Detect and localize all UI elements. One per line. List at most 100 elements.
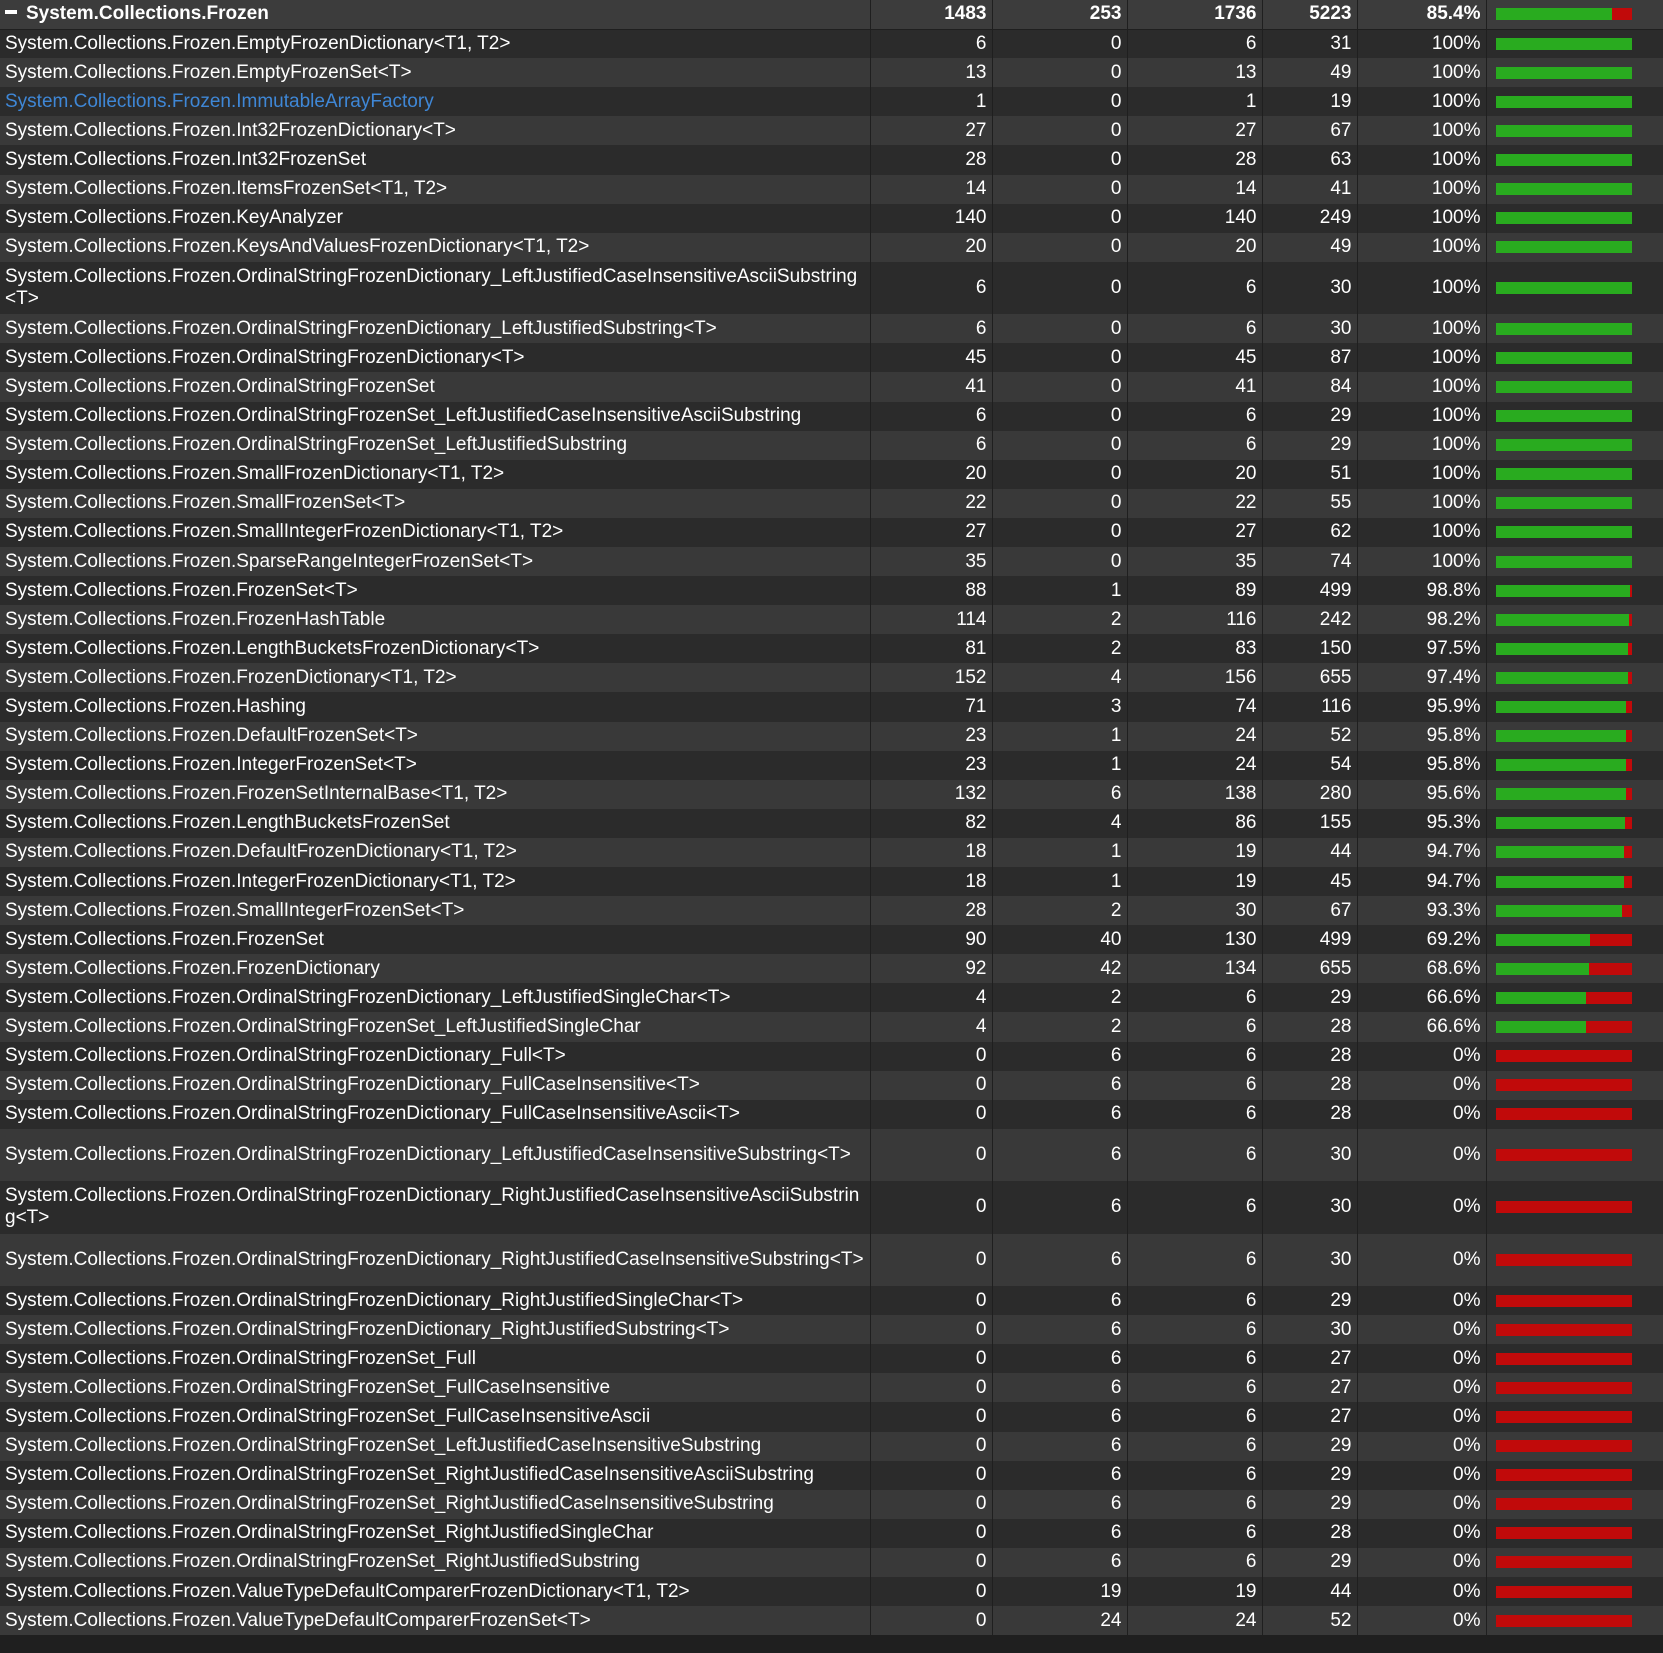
class-name[interactable]: System.Collections.Frozen.OrdinalStringF…: [5, 1249, 864, 1270]
class-name[interactable]: System.Collections.Frozen.OrdinalStringF…: [5, 1144, 851, 1165]
class-row[interactable]: System.Collections.Frozen.Hashing 71 3 74 11…: [0, 692, 1663, 722]
class-row[interactable]: System.Collections.Frozen.SmallFrozenSet…: [0, 488, 1663, 518]
class-name[interactable]: System.Collections.Frozen.IntegerFrozenS…: [5, 754, 417, 775]
class-row[interactable]: System.Collections.Frozen.FrozenHashTabl…: [0, 605, 1663, 635]
class-row[interactable]: System.Collections.Frozen.OrdinalStringF…: [0, 1315, 1663, 1345]
class-name[interactable]: System.Collections.Frozen.OrdinalStringF…: [5, 1185, 859, 1228]
class-row[interactable]: System.Collections.Frozen.LengthBucketsF…: [0, 808, 1663, 838]
class-row[interactable]: System.Collections.Frozen.IntegerFrozenD…: [0, 867, 1663, 897]
class-name[interactable]: System.Collections.Frozen.OrdinalStringF…: [5, 1406, 650, 1427]
class-row[interactable]: System.Collections.Frozen.FrozenDictiona…: [0, 954, 1663, 984]
class-name[interactable]: System.Collections.Frozen.OrdinalStringF…: [5, 347, 525, 368]
class-name[interactable]: System.Collections.Frozen.OrdinalStringF…: [5, 1074, 700, 1095]
class-name[interactable]: System.Collections.Frozen.LengthBucketsF…: [5, 638, 539, 659]
class-row[interactable]: System.Collections.Frozen.OrdinalStringF…: [0, 1012, 1663, 1042]
class-row[interactable]: System.Collections.Frozen.OrdinalStringF…: [0, 1286, 1663, 1316]
class-row[interactable]: System.Collections.Frozen.SmallFrozenDic…: [0, 459, 1663, 489]
class-name[interactable]: System.Collections.Frozen.Int32FrozenSet: [5, 149, 366, 170]
class-name[interactable]: System.Collections.Frozen.DefaultFrozenS…: [5, 725, 418, 746]
class-name[interactable]: System.Collections.Frozen.OrdinalStringF…: [5, 434, 627, 455]
class-name[interactable]: System.Collections.Frozen.SparseRangeInt…: [5, 551, 533, 572]
class-row[interactable]: System.Collections.Frozen.OrdinalStringF…: [0, 1489, 1663, 1519]
class-row[interactable]: System.Collections.Frozen.OrdinalStringF…: [0, 1181, 1663, 1234]
class-name[interactable]: System.Collections.Frozen.ValueTypeDefau…: [5, 1581, 690, 1602]
class-name[interactable]: System.Collections.Frozen.KeysAndValuesF…: [5, 236, 589, 257]
class-row[interactable]: System.Collections.Frozen.OrdinalStringF…: [0, 983, 1663, 1013]
class-name[interactable]: System.Collections.Frozen.OrdinalStringF…: [5, 1290, 743, 1311]
class-row[interactable]: System.Collections.Frozen.DefaultFrozenS…: [0, 721, 1663, 751]
class-row[interactable]: System.Collections.Frozen.EmptyFrozenDic…: [0, 29, 1663, 59]
class-name[interactable]: System.Collections.Frozen.OrdinalStringF…: [5, 1348, 476, 1369]
class-row[interactable]: System.Collections.Frozen.OrdinalStringF…: [0, 1547, 1663, 1577]
class-name[interactable]: System.Collections.Frozen.OrdinalStringF…: [5, 405, 801, 426]
class-row[interactable]: System.Collections.Frozen.OrdinalStringF…: [0, 1128, 1663, 1182]
class-row[interactable]: System.Collections.Frozen.OrdinalStringF…: [0, 314, 1663, 344]
group-header-row[interactable]: System.Collections.Frozen 1483 253 1736 …: [0, 0, 1663, 30]
class-name[interactable]: System.Collections.Frozen.OrdinalStringF…: [5, 266, 857, 309]
class-row[interactable]: System.Collections.Frozen.OrdinalStringF…: [0, 1041, 1663, 1071]
class-row[interactable]: System.Collections.Frozen.FrozenSetInter…: [0, 779, 1663, 809]
class-name[interactable]: System.Collections.Frozen.EmptyFrozenSet…: [5, 62, 412, 83]
class-name[interactable]: System.Collections.Frozen.FrozenHashTabl…: [5, 609, 385, 630]
class-row[interactable]: System.Collections.Frozen.OrdinalStringF…: [0, 343, 1663, 373]
class-name[interactable]: System.Collections.Frozen.FrozenSet: [5, 929, 324, 950]
class-name[interactable]: System.Collections.Frozen.OrdinalStringF…: [5, 1493, 774, 1514]
class-row[interactable]: System.Collections.Frozen.OrdinalStringF…: [0, 261, 1663, 315]
class-row[interactable]: System.Collections.Frozen.OrdinalStringF…: [0, 1233, 1663, 1287]
class-name[interactable]: System.Collections.Frozen.OrdinalStringF…: [5, 318, 717, 339]
class-row[interactable]: System.Collections.Frozen.ValueTypeDefau…: [0, 1576, 1663, 1607]
class-row[interactable]: System.Collections.Frozen.OrdinalStringF…: [0, 1402, 1663, 1432]
class-row[interactable]: System.Collections.Frozen.Int32FrozenDic…: [0, 116, 1663, 146]
class-name[interactable]: System.Collections.Frozen.OrdinalStringF…: [5, 1103, 740, 1124]
class-row[interactable]: System.Collections.Frozen.OrdinalStringF…: [0, 1099, 1663, 1129]
class-name-link[interactable]: System.Collections.Frozen.ImmutableArray…: [5, 91, 434, 112]
class-row[interactable]: System.Collections.Frozen.FrozenDictiona…: [0, 663, 1663, 693]
class-row[interactable]: System.Collections.Frozen.FrozenSet 90 40 1…: [0, 925, 1663, 955]
class-row[interactable]: System.Collections.Frozen.OrdinalStringF…: [0, 1460, 1663, 1490]
class-row[interactable]: System.Collections.Frozen.OrdinalStringF…: [0, 1344, 1663, 1374]
class-name[interactable]: System.Collections.Frozen.OrdinalStringF…: [5, 1435, 761, 1456]
class-name[interactable]: System.Collections.Frozen.OrdinalStringF…: [5, 1045, 566, 1066]
class-row[interactable]: System.Collections.Frozen.OrdinalStringF…: [0, 372, 1663, 402]
class-row[interactable]: System.Collections.Frozen.SmallIntegerFr…: [0, 517, 1663, 547]
class-name[interactable]: System.Collections.Frozen.FrozenDictiona…: [5, 667, 457, 688]
collapse-minus-icon[interactable]: [5, 10, 17, 15]
class-row[interactable]: System.Collections.Frozen.KeysAndValuesF…: [0, 232, 1663, 262]
class-name[interactable]: System.Collections.Frozen.LengthBucketsF…: [5, 812, 450, 833]
class-row[interactable]: System.Collections.Frozen.ValueTypeDefau…: [0, 1606, 1663, 1636]
class-row[interactable]: System.Collections.Frozen.Int32FrozenSet…: [0, 145, 1663, 175]
class-row[interactable]: System.Collections.Frozen.KeyAnalyzer 140…: [0, 203, 1663, 233]
class-name[interactable]: System.Collections.Frozen.SmallIntegerFr…: [5, 900, 464, 921]
class-row[interactable]: System.Collections.Frozen.OrdinalStringF…: [0, 1070, 1663, 1100]
class-name[interactable]: System.Collections.Frozen.FrozenSetInter…: [5, 783, 507, 804]
class-name[interactable]: System.Collections.Frozen.OrdinalStringF…: [5, 1551, 640, 1572]
class-row[interactable]: System.Collections.Frozen.EmptyFrozenSet…: [0, 58, 1663, 88]
class-row[interactable]: System.Collections.Frozen.ItemsFrozenSet…: [0, 174, 1663, 204]
class-row[interactable]: System.Collections.Frozen.OrdinalStringF…: [0, 1431, 1663, 1461]
class-name[interactable]: System.Collections.Frozen.OrdinalStringF…: [5, 987, 731, 1008]
class-name[interactable]: System.Collections.Frozen.ValueTypeDefau…: [5, 1610, 591, 1631]
class-row[interactable]: System.Collections.Frozen.DefaultFrozenD…: [0, 837, 1663, 868]
class-name[interactable]: System.Collections.Frozen.DefaultFrozenD…: [5, 841, 517, 862]
class-name[interactable]: System.Collections.Frozen.SmallFrozenSet…: [5, 492, 405, 513]
class-name[interactable]: System.Collections.Frozen.ItemsFrozenSet…: [5, 178, 447, 199]
group-name[interactable]: System.Collections.Frozen: [26, 3, 269, 24]
class-name[interactable]: System.Collections.Frozen.OrdinalStringF…: [5, 1016, 641, 1037]
class-name[interactable]: System.Collections.Frozen.OrdinalStringF…: [5, 1377, 610, 1398]
class-row[interactable]: System.Collections.Frozen.OrdinalStringF…: [0, 1373, 1663, 1403]
class-row[interactable]: System.Collections.Frozen.OrdinalStringF…: [0, 401, 1663, 431]
class-name[interactable]: System.Collections.Frozen.OrdinalStringF…: [5, 1522, 653, 1543]
class-name[interactable]: System.Collections.Frozen.Hashing: [5, 696, 306, 717]
class-row[interactable]: System.Collections.Frozen.LengthBucketsF…: [0, 634, 1663, 664]
class-name[interactable]: System.Collections.Frozen.KeyAnalyzer: [5, 207, 343, 228]
class-row[interactable]: System.Collections.Frozen.OrdinalStringF…: [0, 430, 1663, 460]
class-name[interactable]: System.Collections.Frozen.FrozenDictiona…: [5, 958, 380, 979]
class-name[interactable]: System.Collections.Frozen.IntegerFrozenD…: [5, 871, 516, 892]
class-name[interactable]: System.Collections.Frozen.EmptyFrozenDic…: [5, 33, 510, 54]
class-row[interactable]: System.Collections.Frozen.ImmutableArray…: [0, 87, 1663, 117]
class-name[interactable]: System.Collections.Frozen.FrozenSet<T>: [5, 580, 358, 601]
class-name[interactable]: System.Collections.Frozen.Int32FrozenDic…: [5, 120, 456, 141]
class-row[interactable]: System.Collections.Frozen.SparseRangeInt…: [0, 546, 1663, 577]
class-row[interactable]: System.Collections.Frozen.FrozenSet<T> 88…: [0, 576, 1663, 606]
class-name[interactable]: System.Collections.Frozen.OrdinalStringF…: [5, 376, 435, 397]
